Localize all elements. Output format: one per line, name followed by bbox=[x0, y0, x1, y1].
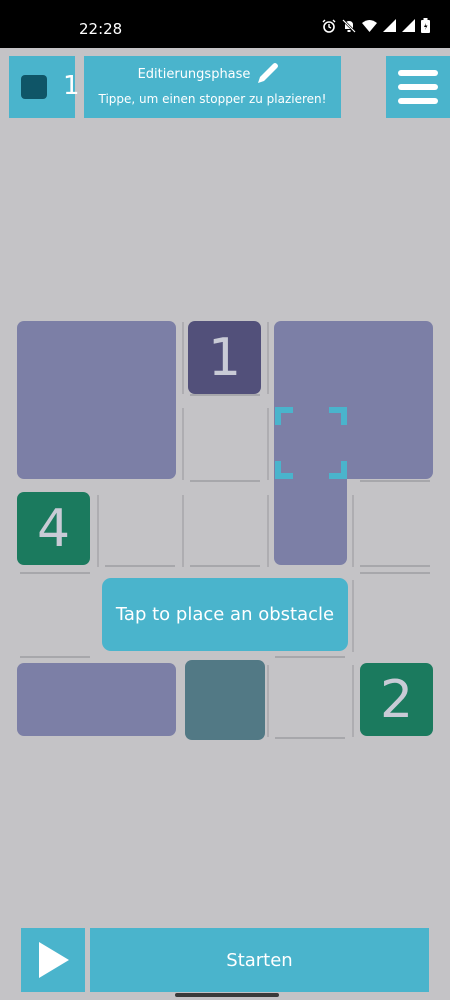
grid-line bbox=[352, 495, 354, 567]
status-time: 22:28 bbox=[79, 20, 123, 38]
number-tile[interactable]: 1 bbox=[188, 321, 261, 394]
bell-off-icon bbox=[342, 18, 356, 33]
grid-line bbox=[190, 394, 260, 396]
stopper-counter[interactable]: 1 bbox=[9, 56, 80, 118]
grid-line bbox=[352, 580, 354, 652]
grid-line bbox=[360, 565, 430, 567]
corner-mark bbox=[275, 407, 293, 425]
stopper-square-icon bbox=[21, 75, 47, 99]
play-icon bbox=[39, 942, 69, 978]
corner-mark bbox=[275, 461, 293, 479]
grid-line bbox=[182, 322, 184, 394]
status-bar: 22:28 bbox=[0, 0, 450, 48]
hamburger-menu-icon bbox=[398, 70, 438, 76]
play-button[interactable] bbox=[21, 928, 85, 992]
grid-line bbox=[190, 480, 260, 482]
grid-line bbox=[275, 656, 345, 658]
grid-line bbox=[182, 495, 184, 567]
home-indicator[interactable] bbox=[175, 993, 279, 997]
obstacle-tile[interactable] bbox=[185, 660, 265, 740]
grid-line bbox=[275, 737, 345, 739]
corner-mark bbox=[329, 407, 347, 425]
phase-hint: Tippe, um einen stopper zu plazieren! bbox=[98, 92, 327, 106]
grid-line bbox=[267, 665, 269, 737]
phase-info-panel: Editierungsphase Tippe, um einen stopper… bbox=[84, 56, 341, 118]
wall-block bbox=[17, 663, 176, 736]
grid-line bbox=[360, 480, 430, 482]
grid-line bbox=[190, 565, 260, 567]
number-tile[interactable]: 2 bbox=[360, 663, 433, 736]
grid-line bbox=[105, 565, 175, 567]
wall-block bbox=[274, 470, 347, 565]
grid-line bbox=[20, 572, 90, 574]
selection-brackets-icon[interactable] bbox=[275, 407, 347, 479]
status-icons bbox=[322, 18, 430, 33]
number-tile[interactable]: 4 bbox=[17, 492, 90, 565]
wifi-icon bbox=[362, 20, 377, 32]
menu-bar bbox=[398, 84, 438, 90]
grid-line bbox=[267, 322, 269, 394]
wall-block bbox=[17, 321, 176, 479]
signal-icon bbox=[383, 19, 396, 32]
menu-button[interactable] bbox=[386, 56, 450, 118]
grid-line bbox=[182, 408, 184, 480]
grid-line bbox=[267, 408, 269, 480]
alarm-icon bbox=[322, 19, 336, 33]
battery-icon bbox=[421, 18, 430, 33]
stopper-count: 1 bbox=[63, 71, 80, 101]
hint-tooltip[interactable]: Tap to place an obstacle bbox=[102, 578, 348, 651]
menu-bar bbox=[398, 98, 438, 104]
grid-line bbox=[352, 665, 354, 737]
grid-line bbox=[20, 656, 90, 658]
pencil-icon bbox=[258, 63, 278, 83]
signal-icon bbox=[402, 19, 415, 32]
corner-mark bbox=[329, 461, 347, 479]
grid-line bbox=[360, 572, 430, 574]
start-button[interactable]: Starten bbox=[90, 928, 429, 992]
grid-line bbox=[267, 495, 269, 567]
grid-line bbox=[97, 495, 99, 567]
